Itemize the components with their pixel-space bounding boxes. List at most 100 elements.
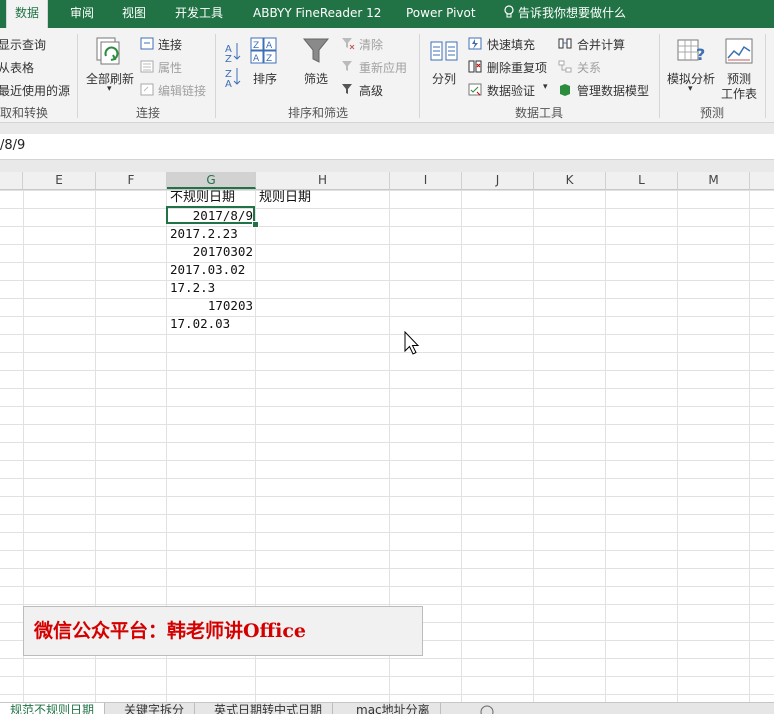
group-separator bbox=[215, 34, 216, 118]
column-header-l[interactable]: L bbox=[606, 172, 678, 189]
sheet-tab-4[interactable]: mac地址分离 bbox=[346, 703, 441, 714]
properties-icon bbox=[140, 60, 154, 73]
column-header-m[interactable]: M bbox=[678, 172, 750, 189]
sheet-tab-1[interactable]: 规范不规则日期 bbox=[0, 703, 106, 714]
column-header-k[interactable]: K bbox=[534, 172, 606, 189]
sort-button[interactable]: 排序 bbox=[253, 70, 277, 87]
data-validation-button[interactable]: 数据验证 bbox=[487, 82, 535, 99]
column-header-e[interactable]: E bbox=[23, 172, 96, 189]
active-cell-border bbox=[166, 206, 255, 224]
ribbon-gap bbox=[0, 123, 774, 134]
sheet-tab-3[interactable]: 英式日期转中式日期 bbox=[204, 703, 334, 714]
group-separator bbox=[77, 34, 78, 118]
cell-g6[interactable]: 17.2.3 bbox=[170, 279, 215, 297]
svg-text:A: A bbox=[225, 79, 232, 90]
text-to-columns-button[interactable]: 分列 bbox=[432, 70, 456, 87]
tell-me-box[interactable]: 告诉我你想要做什么 bbox=[503, 0, 626, 28]
clear-button[interactable]: 清除 bbox=[359, 36, 383, 53]
refresh-all-icon bbox=[96, 37, 120, 65]
gridline bbox=[605, 190, 606, 702]
clear-filter-icon bbox=[342, 38, 355, 50]
tab-power-pivot[interactable]: Power Pivot bbox=[406, 0, 476, 28]
data-validation-icon bbox=[468, 83, 482, 96]
reapply-button[interactable]: 重新应用 bbox=[359, 59, 407, 76]
recent-sources-button[interactable]: 最近使用的源 bbox=[0, 82, 70, 99]
formula-bar-value[interactable]: /8/9 bbox=[0, 138, 25, 153]
column-header-g[interactable]: G bbox=[167, 172, 256, 189]
formula-bar[interactable]: /8/9 bbox=[0, 134, 774, 160]
sheet-tab-2[interactable]: 关键字拆分 bbox=[114, 703, 196, 714]
consolidate-icon bbox=[558, 38, 572, 49]
group-label-sort-filter: 排序和筛选 bbox=[288, 106, 349, 120]
tab-data[interactable]: 数据 bbox=[6, 0, 49, 28]
edit-links-button[interactable]: 编辑链接 bbox=[158, 82, 206, 99]
svg-text:Z: Z bbox=[253, 41, 259, 51]
forecast-sheet-icon bbox=[725, 38, 753, 64]
consolidate-button[interactable]: 合并计算 bbox=[577, 36, 625, 53]
ribbon: 显示查询 从表格 最近使用的源 获取和转换 全部刷新 ▾ 连接 属性 编辑链接 … bbox=[0, 28, 774, 123]
chevron-down-icon[interactable]: ▾ bbox=[107, 84, 112, 94]
formula-gap bbox=[0, 160, 774, 172]
group-separator bbox=[419, 34, 420, 118]
column-headers: E F G H I J K L M bbox=[0, 172, 774, 190]
manage-data-model-button[interactable]: 管理数据模型 bbox=[577, 82, 649, 99]
show-queries-button[interactable]: 显示查询 bbox=[0, 36, 46, 53]
advanced-button[interactable]: 高级 bbox=[359, 82, 383, 99]
cell-g3[interactable]: 2017.2.23 bbox=[170, 225, 238, 243]
column-header-f[interactable]: F bbox=[96, 172, 167, 189]
svg-text:?: ? bbox=[696, 45, 705, 64]
tab-review[interactable]: 审阅 bbox=[70, 0, 94, 28]
flash-fill-button[interactable]: 快速填充 bbox=[487, 36, 535, 53]
from-table-button[interactable]: 从表格 bbox=[0, 59, 34, 76]
tab-developer[interactable]: 开发工具 bbox=[175, 0, 223, 28]
cell-g7[interactable]: 170203 bbox=[168, 297, 253, 315]
sheet-tab-bar: 规范不规则日期 关键字拆分 英式日期转中式日期 mac地址分离 bbox=[0, 702, 774, 714]
tell-me-label: 告诉我你想要做什么 bbox=[518, 6, 627, 20]
data-model-icon bbox=[560, 84, 570, 96]
mouse-pointer-icon bbox=[404, 331, 420, 355]
gridline bbox=[461, 190, 462, 702]
group-label-get-transform: 获取和转换 bbox=[0, 106, 49, 120]
column-header-partial[interactable] bbox=[750, 172, 774, 189]
watermark-textbox: 微信公众平台：韩老师讲Office bbox=[23, 606, 423, 656]
cell-g1[interactable]: 不规则日期 bbox=[170, 190, 235, 207]
connections-button[interactable]: 连接 bbox=[158, 36, 182, 53]
gridline bbox=[533, 190, 534, 702]
svg-text:Z: Z bbox=[225, 54, 232, 65]
filter-icon bbox=[302, 38, 330, 63]
tab-view[interactable]: 视图 bbox=[122, 0, 146, 28]
lightbulb-icon bbox=[504, 5, 514, 18]
remove-duplicates-icon bbox=[468, 60, 482, 73]
properties-button[interactable]: 属性 bbox=[158, 59, 182, 76]
gridline bbox=[677, 190, 678, 702]
cell-g5[interactable]: 2017.03.02 bbox=[170, 261, 245, 279]
relationships-icon bbox=[558, 60, 572, 73]
column-header-i[interactable]: I bbox=[390, 172, 462, 189]
forecast-sheet-button-line2[interactable]: 工作表 bbox=[721, 85, 757, 102]
relationships-button[interactable]: 关系 bbox=[577, 59, 601, 76]
column-header-j[interactable]: J bbox=[462, 172, 534, 189]
group-label-data-tools: 数据工具 bbox=[515, 106, 564, 120]
what-if-analysis-icon: ? bbox=[677, 39, 705, 64]
column-header-partial[interactable] bbox=[0, 172, 23, 189]
group-separator bbox=[659, 34, 660, 118]
cell-g8[interactable]: 17.02.03 bbox=[170, 315, 230, 333]
sort-ascending-icon: A Z Z A bbox=[225, 43, 241, 90]
flash-fill-icon bbox=[468, 37, 482, 50]
watermark-text: 微信公众平台：韩老师讲Office bbox=[34, 620, 307, 642]
cell-h1[interactable]: 规则日期 bbox=[259, 190, 311, 207]
svg-text:A: A bbox=[266, 41, 273, 51]
advanced-filter-icon bbox=[342, 84, 352, 94]
chevron-down-icon[interactable]: ▾ bbox=[688, 84, 693, 94]
tab-abbyy[interactable]: ABBYY FineReader 12 bbox=[253, 0, 381, 28]
cell-g4[interactable]: 20170302 bbox=[168, 243, 253, 261]
remove-duplicates-button[interactable]: 删除重复项 bbox=[487, 59, 547, 76]
chevron-down-icon[interactable]: ▾ bbox=[543, 82, 548, 92]
sort-icon: Z A A Z bbox=[250, 37, 277, 64]
text-to-columns-icon bbox=[430, 41, 458, 61]
group-label-forecast: 预测 bbox=[700, 106, 725, 120]
fill-handle[interactable] bbox=[252, 221, 259, 228]
column-header-h[interactable]: H bbox=[256, 172, 390, 189]
filter-button[interactable]: 筛选 bbox=[304, 70, 328, 87]
group-label-connections: 连接 bbox=[136, 106, 161, 120]
